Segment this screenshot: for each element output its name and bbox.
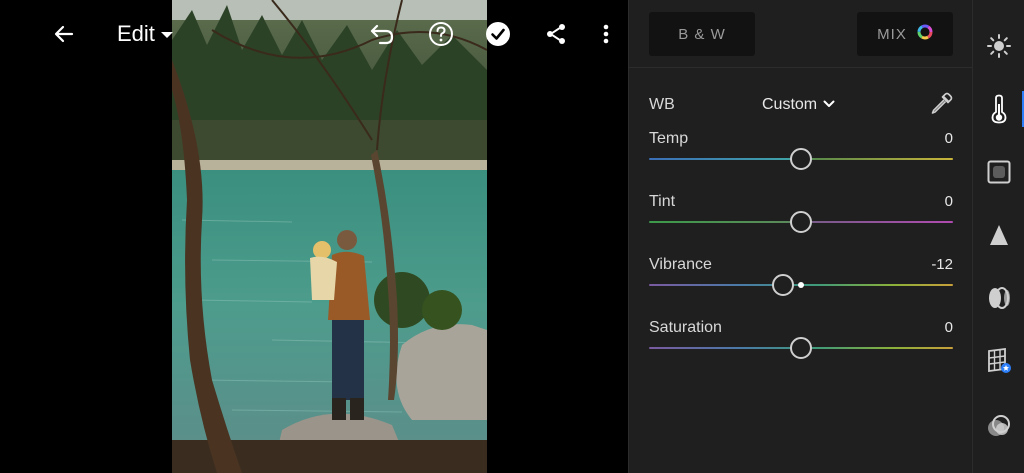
vibrance-center-marker [798, 282, 804, 288]
photo-image[interactable] [172, 0, 487, 473]
back-arrow-icon[interactable] [48, 18, 80, 50]
color-panel: B & W MIX WB Custom Temp 0 Tint 0 Vibran… [628, 0, 973, 473]
vibrance-value: -12 [931, 256, 953, 273]
effects-icon[interactable] [973, 148, 1024, 196]
edit-toolstrip [972, 0, 1024, 473]
tint-label: Tint [649, 193, 676, 210]
temp-slider[interactable]: Temp 0 [649, 130, 953, 182]
wb-mode-dropdown[interactable]: Custom [762, 96, 835, 114]
wb-label: WB [649, 96, 675, 113]
panel-tabs: B & W MIX [629, 0, 973, 68]
share-icon[interactable] [540, 18, 572, 50]
help-icon[interactable] [425, 18, 457, 50]
white-balance-row: WB Custom [649, 92, 953, 116]
mix-button-label: MIX [877, 25, 907, 43]
edit-mode-dropdown[interactable]: Edit [117, 21, 173, 47]
temp-label: Temp [649, 130, 689, 147]
edit-title-label: Edit [117, 21, 155, 46]
tint-knob[interactable] [790, 211, 812, 233]
presets-icon[interactable] [973, 402, 1024, 450]
vibrance-label: Vibrance [649, 256, 712, 273]
checkmark-icon[interactable] [482, 18, 514, 50]
saturation-slider[interactable]: Saturation 0 [649, 319, 953, 371]
eyedropper-icon[interactable] [929, 92, 953, 121]
optics-icon[interactable] [973, 274, 1024, 322]
vibrance-slider[interactable]: Vibrance -12 [649, 256, 953, 308]
undo-icon[interactable] [366, 18, 398, 50]
more-vertical-icon[interactable] [590, 18, 622, 50]
saturation-value: 0 [944, 319, 953, 336]
mix-button[interactable]: MIX [857, 12, 953, 56]
chevron-down-icon [160, 32, 173, 38]
bw-button-label: B & W [678, 25, 726, 43]
temp-knob[interactable] [790, 148, 812, 170]
color-temperature-icon[interactable] [973, 85, 1024, 133]
saturation-label: Saturation [649, 319, 722, 336]
saturation-knob[interactable] [790, 337, 812, 359]
detail-icon[interactable] [973, 211, 1024, 259]
tint-slider[interactable]: Tint 0 [649, 193, 953, 245]
bw-button[interactable]: B & W [649, 12, 755, 56]
geometry-icon[interactable] [973, 337, 1024, 385]
vibrance-knob[interactable] [771, 274, 794, 296]
top-toolbar: Edit [0, 0, 628, 70]
chevron-down-icon [823, 96, 835, 114]
temp-value: 0 [944, 130, 953, 147]
color-wheel-icon [917, 24, 933, 44]
light-icon[interactable] [973, 22, 1024, 70]
tint-value: 0 [944, 193, 953, 210]
photo-canvas[interactable] [0, 0, 628, 473]
wb-mode-value: Custom [762, 96, 818, 113]
